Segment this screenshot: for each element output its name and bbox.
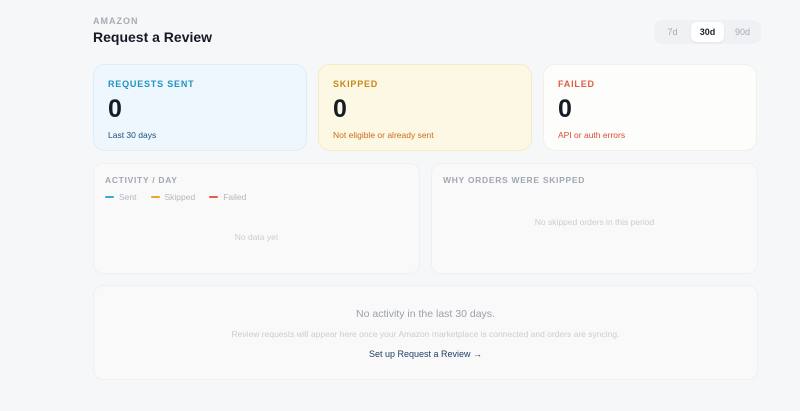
kpi-label: SKIPPED <box>333 79 379 89</box>
kpi-label: REQUESTS SENT <box>108 79 195 89</box>
empty-state-card: No activity in the last 30 days. Review … <box>93 285 758 380</box>
activity-panel: ACTIVITY / DAY Sent Skipped Failed No da… <box>93 163 420 274</box>
kpi-card-requests-sent: REQUESTS SENT 0 Last 30 days <box>93 64 307 151</box>
legend-swatch <box>105 196 114 198</box>
eyebrow-label: AMAZON <box>93 16 139 26</box>
kpi-value: 0 <box>108 95 122 123</box>
legend-label: Failed <box>223 192 247 202</box>
legend-label: Sent <box>119 192 137 202</box>
kpi-subtext: API or auth errors <box>558 130 626 140</box>
range-option-90d[interactable]: 90d <box>726 22 759 42</box>
skip-reasons-panel: WHY ORDERS WERE SKIPPED No skipped order… <box>431 163 758 274</box>
legend-item-sent: Sent <box>105 192 137 202</box>
empty-skip-message: No skipped orders in this period <box>534 217 655 227</box>
range-option-7d[interactable]: 7d <box>656 22 689 42</box>
kpi-value: 0 <box>558 95 572 123</box>
setup-link[interactable]: Set up Request a Review → <box>369 349 482 359</box>
kpi-subtext: Last 30 days <box>108 130 157 140</box>
legend-item-failed: Failed <box>209 192 246 202</box>
empty-chart-message: No data yet <box>234 232 279 242</box>
kpi-label: FAILED <box>558 79 595 89</box>
empty-state-description: Review requests will appear here once yo… <box>231 329 620 339</box>
kpi-value: 0 <box>333 95 347 123</box>
chart-legend: Sent Skipped Failed <box>105 192 408 202</box>
date-range-selector: 7d 30d 90d <box>654 20 761 44</box>
legend-label: Skipped <box>164 192 196 202</box>
kpi-card-failed: FAILED 0 API or auth errors <box>543 64 757 151</box>
empty-state-headline: No activity in the last 30 days. <box>356 308 495 320</box>
panel-title: ACTIVITY / DAY <box>105 175 178 185</box>
page-title: Request a Review <box>93 29 213 45</box>
panel-title: WHY ORDERS WERE SKIPPED <box>443 175 586 185</box>
kpi-subtext: Not eligible or already sent <box>333 130 434 140</box>
legend-item-skipped: Skipped <box>150 192 196 202</box>
legend-swatch <box>209 196 219 198</box>
range-option-30d[interactable]: 30d <box>691 22 724 42</box>
kpi-card-skipped: SKIPPED 0 Not eligible or already sent <box>318 64 532 151</box>
legend-swatch <box>150 196 160 198</box>
